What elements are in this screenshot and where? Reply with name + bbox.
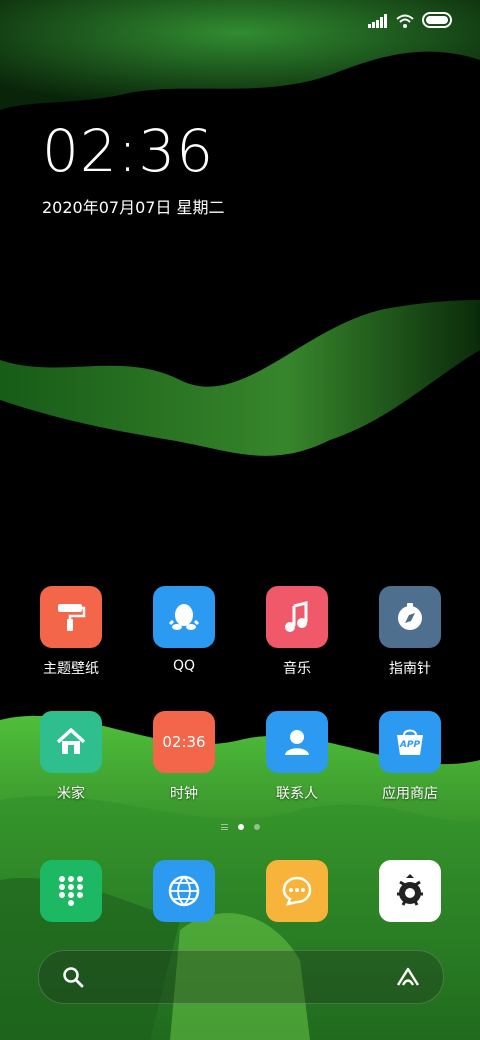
compass-icon <box>379 586 441 648</box>
clock-icon: 02:36 <box>153 711 215 773</box>
app-store-bag-icon: APP <box>379 711 441 773</box>
search-bar[interactable] <box>38 950 444 1004</box>
app-theme-wallpaper[interactable]: 主题壁纸 <box>16 586 126 678</box>
dock-messages[interactable] <box>242 860 352 922</box>
search-icon[interactable] <box>61 965 85 993</box>
page-dot <box>253 824 260 830</box>
page-indicator[interactable] <box>0 824 480 830</box>
settings-gear-icon <box>379 860 441 922</box>
dock-browser[interactable] <box>129 860 239 922</box>
qq-penguin-icon <box>153 586 215 648</box>
signal-icon <box>368 13 388 32</box>
assistant-icon[interactable] <box>395 965 421 993</box>
app-label: 应用商店 <box>382 786 438 802</box>
app-label: 时钟 <box>170 786 198 802</box>
paint-roller-icon <box>40 586 102 648</box>
dock-settings[interactable] <box>355 860 465 922</box>
clock-icon-time: 02:36 <box>162 733 206 751</box>
app-mijia[interactable]: 米家 <box>16 711 126 803</box>
app-label: 指南针 <box>389 661 431 677</box>
browser-globe-icon <box>153 860 215 922</box>
status-bar <box>0 0 480 40</box>
home-icon <box>40 711 102 773</box>
dock-phone[interactable] <box>16 860 126 922</box>
app-label: 音乐 <box>283 661 311 677</box>
contact-person-icon <box>266 711 328 773</box>
page-indicator-menu-icon <box>220 824 228 830</box>
app-music[interactable]: 音乐 <box>242 586 352 678</box>
app-compass[interactable]: 指南针 <box>355 586 465 678</box>
app-qq[interactable]: QQ <box>129 586 239 674</box>
app-label: 主题壁纸 <box>43 661 99 677</box>
battery-icon <box>422 12 454 32</box>
app-label: QQ <box>172 658 196 674</box>
clock-widget-time[interactable]: 02:36 <box>42 122 214 180</box>
home-screen: 02:36 2020年07月07日 星期二 主题壁纸 QQ 音乐 指南针 米家 … <box>0 0 480 1040</box>
dialer-keypad-icon <box>40 860 102 922</box>
app-store[interactable]: APP 应用商店 <box>355 711 465 803</box>
app-label: 联系人 <box>276 786 318 802</box>
messages-bubble-icon <box>266 860 328 922</box>
music-note-icon <box>266 586 328 648</box>
app-store-bag-text: APP <box>399 740 421 750</box>
page-dot-active <box>237 824 244 830</box>
app-label: 米家 <box>57 786 85 802</box>
wifi-icon <box>396 13 414 32</box>
app-contacts[interactable]: 联系人 <box>242 711 352 803</box>
clock-widget-date[interactable]: 2020年07月07日 星期二 <box>42 194 225 218</box>
app-clock[interactable]: 02:36 时钟 <box>129 711 239 803</box>
